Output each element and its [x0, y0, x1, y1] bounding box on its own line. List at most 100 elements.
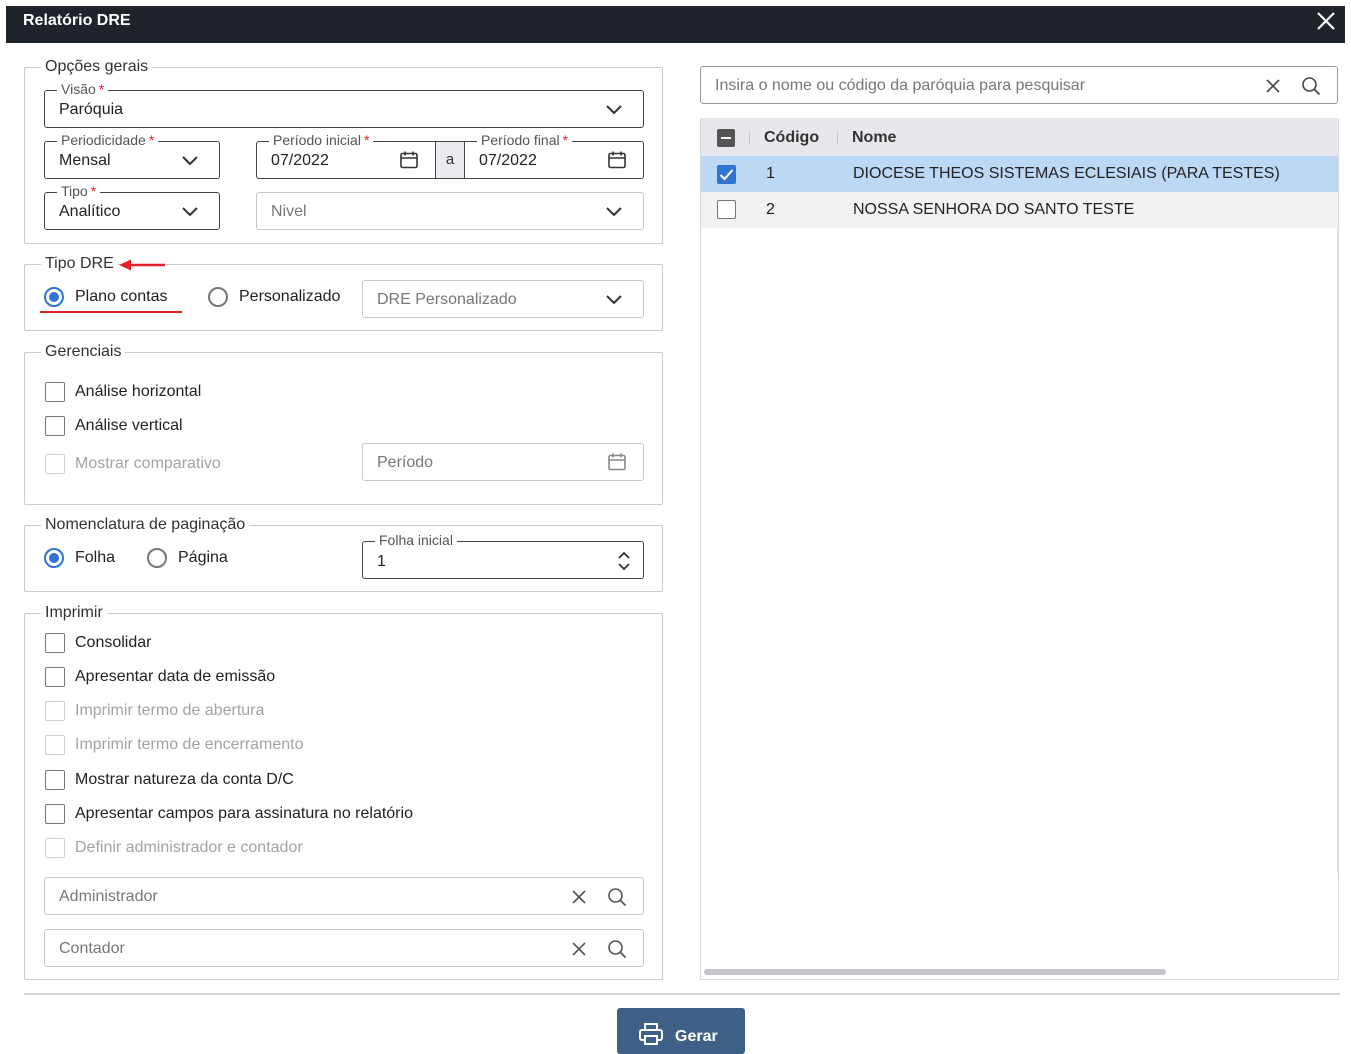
tipo-select[interactable]: Tipo * Analítico [44, 183, 220, 230]
paroquia-search-input[interactable]: Insira o nome ou código da paróquia para… [700, 66, 1338, 104]
checkmark-icon [719, 169, 734, 181]
gerar-label: Gerar [675, 1028, 718, 1045]
apresentar-data-emissao-checkbox[interactable] [45, 667, 65, 687]
administrador-placeholder: Administrador [59, 888, 158, 905]
cell-nome: DIOCESE THEOS SISTEMAS ECLESIAIS (PARA T… [853, 165, 1280, 182]
horizontal-scrollbar[interactable] [704, 969, 1166, 975]
consolidar-checkbox[interactable] [45, 633, 65, 653]
contador-lookup[interactable]: Contador [44, 929, 644, 967]
select-all-checkbox[interactable] [717, 129, 735, 147]
close-icon[interactable] [1313, 8, 1339, 34]
chevron-down-icon [182, 156, 198, 166]
periodo-inicial-label: Período inicial [273, 132, 361, 148]
imprimir-group: Imprimir [24, 604, 663, 980]
footer-divider [24, 993, 1340, 995]
periodo-final-value: 07/2022 [479, 152, 537, 169]
administrador-lookup[interactable]: Administrador [44, 877, 644, 915]
plano-contas-label[interactable]: Plano contas [75, 288, 168, 306]
required-marker: * [90, 183, 97, 199]
periodo-separator-text: a [445, 151, 455, 168]
search-icon[interactable] [607, 939, 627, 959]
title-bar: Relatório DRE [6, 6, 1345, 43]
search-icon[interactable] [607, 887, 627, 907]
visao-value: Paróquia [59, 101, 124, 118]
apresentar-data-emissao-label[interactable]: Apresentar data de emissão [75, 668, 275, 686]
search-icon[interactable] [1301, 76, 1321, 96]
clear-icon[interactable] [1265, 78, 1281, 94]
clear-icon[interactable] [571, 941, 587, 957]
tipo-label: Tipo [61, 183, 88, 199]
calendar-icon[interactable] [607, 150, 627, 170]
pagina-radio[interactable] [147, 548, 167, 568]
nivel-select[interactable]: Nivel [256, 192, 644, 230]
column-header-codigo[interactable]: Código [764, 129, 819, 147]
required-marker: * [148, 132, 155, 148]
periodicidade-label: Periodicidade [61, 132, 146, 148]
pagina-label[interactable]: Página [178, 549, 228, 567]
red-underline-annotation [40, 311, 182, 313]
grid-header: Código Nome [701, 118, 1338, 156]
window-title: Relatório DRE [23, 12, 131, 29]
folha-radio[interactable] [44, 548, 64, 568]
periodicidade-select[interactable]: Periodicidade * Mensal [44, 132, 220, 179]
gerenciais-legend: Gerenciais [45, 343, 122, 360]
periodo-inicial-field[interactable]: Período inicial * 07/2022 [256, 132, 435, 179]
calendar-icon[interactable] [607, 452, 627, 472]
analise-vertical-label[interactable]: Análise vertical [75, 417, 183, 435]
cell-nome: NOSSA SENHORA DO SANTO TESTE [853, 201, 1135, 218]
stepper-arrows-icon[interactable] [617, 549, 631, 573]
dre-personalizado-select[interactable]: DRE Personalizado [362, 280, 644, 318]
column-header-nome[interactable]: Nome [852, 129, 896, 147]
cell-codigo: 1 [766, 165, 775, 182]
mostrar-comparativo-checkbox [45, 454, 65, 474]
row-checkbox-checked[interactable] [717, 165, 736, 184]
paroquia-grid [700, 118, 1339, 980]
visao-label: Visão [61, 81, 96, 97]
paginacao-legend: Nomenclatura de paginação [45, 516, 246, 533]
periodo-placeholder: Período [377, 454, 434, 471]
chevron-down-icon [182, 207, 198, 217]
periodo-final-label: Período final [481, 132, 560, 148]
campos-assinatura-checkbox[interactable] [45, 804, 65, 824]
opcoes-gerais-legend: Opções gerais [45, 58, 149, 75]
chevron-down-icon [606, 295, 622, 305]
dre-personalizado-placeholder: DRE Personalizado [377, 291, 517, 308]
table-row[interactable]: 1 DIOCESE THEOS SISTEMAS ECLESIAIS (PARA… [701, 156, 1338, 192]
campos-assinatura-label[interactable]: Apresentar campos para assinatura no rel… [75, 805, 413, 823]
vertical-divider [1337, 228, 1338, 873]
periodo-inicial-value: 07/2022 [271, 152, 329, 169]
periodo-final-field[interactable]: Período final * 07/2022 [465, 132, 644, 179]
termo-abertura-label: Imprimir termo de abertura [75, 702, 265, 719]
plano-contas-radio[interactable] [44, 287, 64, 307]
folha-inicial-stepper[interactable]: Folha inicial 1 [362, 532, 644, 579]
folha-inicial-value: 1 [377, 553, 386, 570]
search-placeholder: Insira o nome ou código da paróquia para… [715, 77, 1086, 94]
consolidar-label[interactable]: Consolidar [75, 634, 151, 652]
periodicidade-value: Mensal [59, 152, 111, 169]
natureza-conta-checkbox[interactable] [45, 770, 65, 790]
analise-vertical-checkbox[interactable] [45, 416, 65, 436]
calendar-icon[interactable] [399, 150, 419, 170]
visao-select[interactable]: Visão * Paróquia [44, 81, 644, 128]
required-marker: * [98, 81, 105, 97]
tipo-dre-legend: Tipo DRE [45, 255, 114, 272]
administrador-contador-label: Definir administrador e contador [75, 839, 303, 856]
gerar-button[interactable]: Gerar [617, 1008, 745, 1054]
clear-icon[interactable] [571, 889, 587, 905]
contador-placeholder: Contador [59, 940, 125, 957]
row-checkbox[interactable] [717, 200, 736, 219]
termo-abertura-checkbox [45, 701, 65, 721]
personalizado-radio[interactable] [208, 287, 228, 307]
folha-label[interactable]: Folha [75, 549, 115, 567]
table-row[interactable]: 2 NOSSA SENHORA DO SANTO TESTE [701, 192, 1338, 228]
personalizado-label[interactable]: Personalizado [239, 288, 340, 306]
periodo-separator: a [435, 141, 465, 179]
periodo-comparativo-field[interactable]: Período [362, 443, 644, 481]
analise-horizontal-label[interactable]: Análise horizontal [75, 383, 201, 401]
natureza-conta-label[interactable]: Mostrar natureza da conta D/C [75, 771, 294, 789]
termo-encerramento-checkbox [45, 735, 65, 755]
imprimir-legend: Imprimir [45, 604, 103, 621]
analise-horizontal-checkbox[interactable] [45, 382, 65, 402]
mostrar-comparativo-label: Mostrar comparativo [75, 455, 221, 472]
required-marker: * [363, 132, 370, 148]
